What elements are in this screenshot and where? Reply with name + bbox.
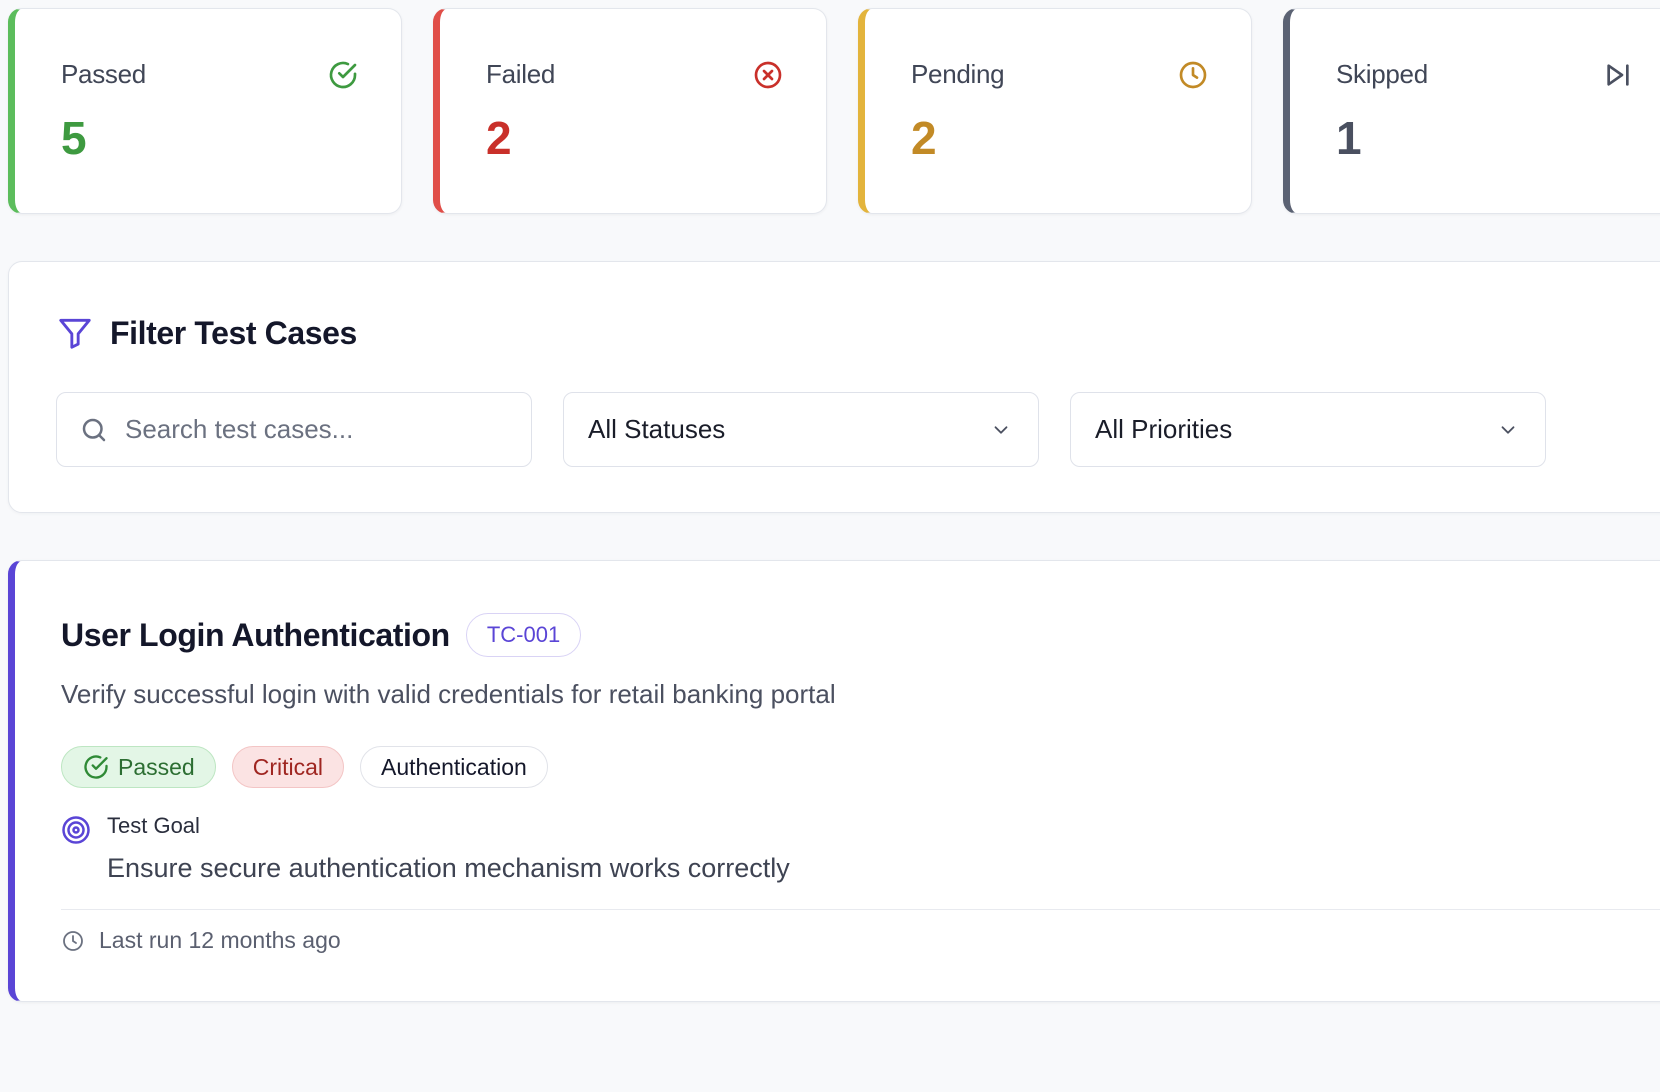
status-badge-label: Passed (118, 753, 195, 780)
last-run: Last run 12 months ago (61, 927, 341, 954)
stat-value: 2 (911, 112, 937, 164)
status-select[interactable]: All Statuses (563, 392, 1039, 467)
filter-title: Filter Test Cases (110, 314, 357, 351)
stat-label: Pending (911, 59, 1005, 89)
test-goal-label: Test Goal (107, 813, 200, 838)
x-circle-icon (752, 59, 784, 91)
filter-icon (56, 314, 94, 352)
test-case-id-badge: TC-001 (465, 613, 582, 657)
stat-label: Failed (486, 59, 556, 89)
page: Passed 5 Failed 2 Pending 2 Skipped 1 Fi… (0, 0, 1660, 1092)
divider (61, 909, 1660, 910)
test-case-header: User Login Authentication TC-001 (61, 613, 582, 657)
chevron-down-icon (1497, 419, 1519, 441)
stat-card-passed[interactable]: Passed 5 (8, 8, 402, 214)
stat-value: 5 (61, 112, 87, 164)
stat-label: Passed (61, 59, 146, 89)
filter-controls: All Statuses All Priorities (56, 392, 1546, 467)
priority-select-value: All Priorities (1095, 414, 1233, 444)
priority-select[interactable]: All Priorities (1070, 392, 1546, 467)
filter-header: Filter Test Cases (56, 314, 357, 352)
stat-card-failed[interactable]: Failed 2 (433, 8, 827, 214)
test-case-tags: Passed Critical Authentication (61, 746, 548, 788)
category-badge: Authentication (360, 746, 548, 788)
search-field[interactable] (56, 392, 532, 467)
status-select-value: All Statuses (588, 414, 726, 444)
check-circle-icon (82, 753, 110, 781)
filter-panel: Filter Test Cases All Statuses (8, 261, 1660, 513)
target-icon (61, 815, 91, 845)
last-run-text: Last run 12 months ago (99, 927, 341, 953)
test-goal-text: Ensure secure authentication mechanism w… (107, 853, 790, 883)
clock-icon (1177, 59, 1209, 91)
stat-label: Skipped (1336, 59, 1428, 89)
search-icon (79, 415, 109, 445)
clock-icon (61, 929, 85, 953)
stat-card-skipped[interactable]: Skipped 1 (1283, 8, 1660, 214)
stat-card-pending[interactable]: Pending 2 (858, 8, 1252, 214)
test-case-description: Verify successful login with valid crede… (61, 679, 836, 709)
search-input[interactable] (125, 414, 505, 445)
check-circle-icon (327, 59, 359, 91)
stat-value: 2 (486, 112, 512, 164)
priority-badge: Critical (231, 746, 344, 788)
skip-icon (1602, 59, 1634, 91)
stat-value: 1 (1336, 112, 1362, 164)
stats-row: Passed 5 Failed 2 Pending 2 Skipped 1 (8, 8, 1660, 214)
test-case-card[interactable]: User Login Authentication TC-001 Verify … (8, 560, 1660, 1002)
status-badge: Passed (61, 746, 216, 788)
chevron-down-icon (990, 419, 1012, 441)
test-case-title: User Login Authentication (61, 616, 450, 653)
